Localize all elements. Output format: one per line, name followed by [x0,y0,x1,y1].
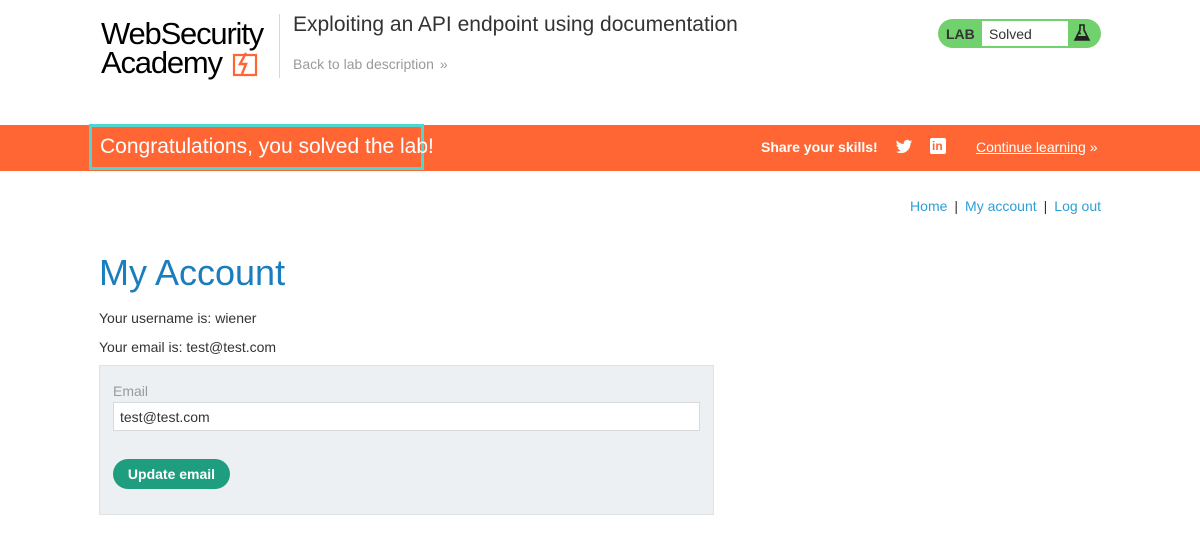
email-field[interactable] [113,402,700,431]
continue-learning-label: Continue learning [976,139,1086,155]
share-skills-label: Share your skills! [761,139,878,155]
page-title: My Account [99,252,286,293]
nav-separator: | [954,198,959,214]
lab-label: LAB [946,26,975,42]
solved-banner: Congratulations, you solved the lab! Sha… [0,124,1200,171]
update-email-button[interactable]: Update email [113,459,230,489]
logo-line2: Academy [101,45,223,80]
email-info: Your email is: test@test.com [99,339,277,355]
lab-title: Exploiting an API endpoint using documen… [293,13,738,36]
twitter-icon[interactable] [895,138,913,156]
congratulations-message: Congratulations, you solved the lab! [89,124,434,170]
log-out-link[interactable]: Log out [1054,198,1101,214]
flask-icon [1073,24,1091,41]
account-nav: Home | My account | Log out [910,198,1101,214]
status-text: Solved [989,26,1032,42]
back-to-lab-description-link[interactable]: Back to lab description » [293,56,448,72]
chevron-right-icon: » [439,56,448,72]
status-box: Solved [981,20,1069,47]
my-account-link[interactable]: My account [965,198,1037,214]
email-label: Email [113,383,149,399]
header-divider [279,14,280,78]
header: WebSecurity Academy Exploiting an API en… [0,0,1200,125]
home-link[interactable]: Home [910,198,947,214]
back-link-label: Back to lab description [293,56,434,72]
web-security-academy-logo[interactable]: WebSecurity Academy [101,16,281,82]
chevron-right-icon: » [1089,139,1098,155]
logo-bolt-icon [232,52,258,77]
username-info: Your username is: wiener [99,310,257,326]
continue-learning-link[interactable]: Continue learning» [976,139,1098,155]
lab-status-widget: LAB Solved [938,19,1101,48]
nav-separator: | [1043,198,1048,214]
update-email-form: Email Update email [99,365,714,515]
linkedin-icon[interactable]: in [930,138,946,154]
